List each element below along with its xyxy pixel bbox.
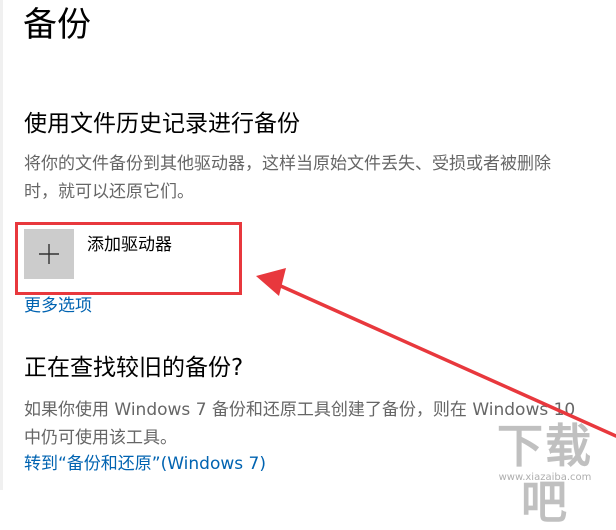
more-options-link[interactable]: 更多选项 bbox=[24, 293, 92, 319]
plus-icon bbox=[39, 244, 59, 264]
add-drive-label: 添加驱动器 bbox=[87, 235, 172, 255]
add-drive-button[interactable]: 添加驱动器 bbox=[24, 229, 214, 287]
file-history-description: 将你的文件备份到其他驱动器，这样当原始文件丢失、受损或者被删除时，就可以还原它们… bbox=[24, 154, 551, 202]
older-backup-description: 如果你使用 Windows 7 备份和还原工具创建了备份，则在 Windows … bbox=[24, 400, 576, 448]
window-left-edge bbox=[0, 0, 3, 490]
watermark-url: www.xiazaiba.com bbox=[498, 472, 592, 483]
page-title: 备份 bbox=[23, 5, 91, 45]
backup-restore-win7-link[interactable]: 转到“备份和还原”(Windows 7) bbox=[24, 451, 266, 477]
file-history-heading: 使用文件历史记录进行备份 bbox=[24, 111, 300, 137]
add-drive-tile bbox=[24, 229, 74, 279]
older-backup-heading: 正在查找较旧的备份? bbox=[24, 355, 244, 381]
